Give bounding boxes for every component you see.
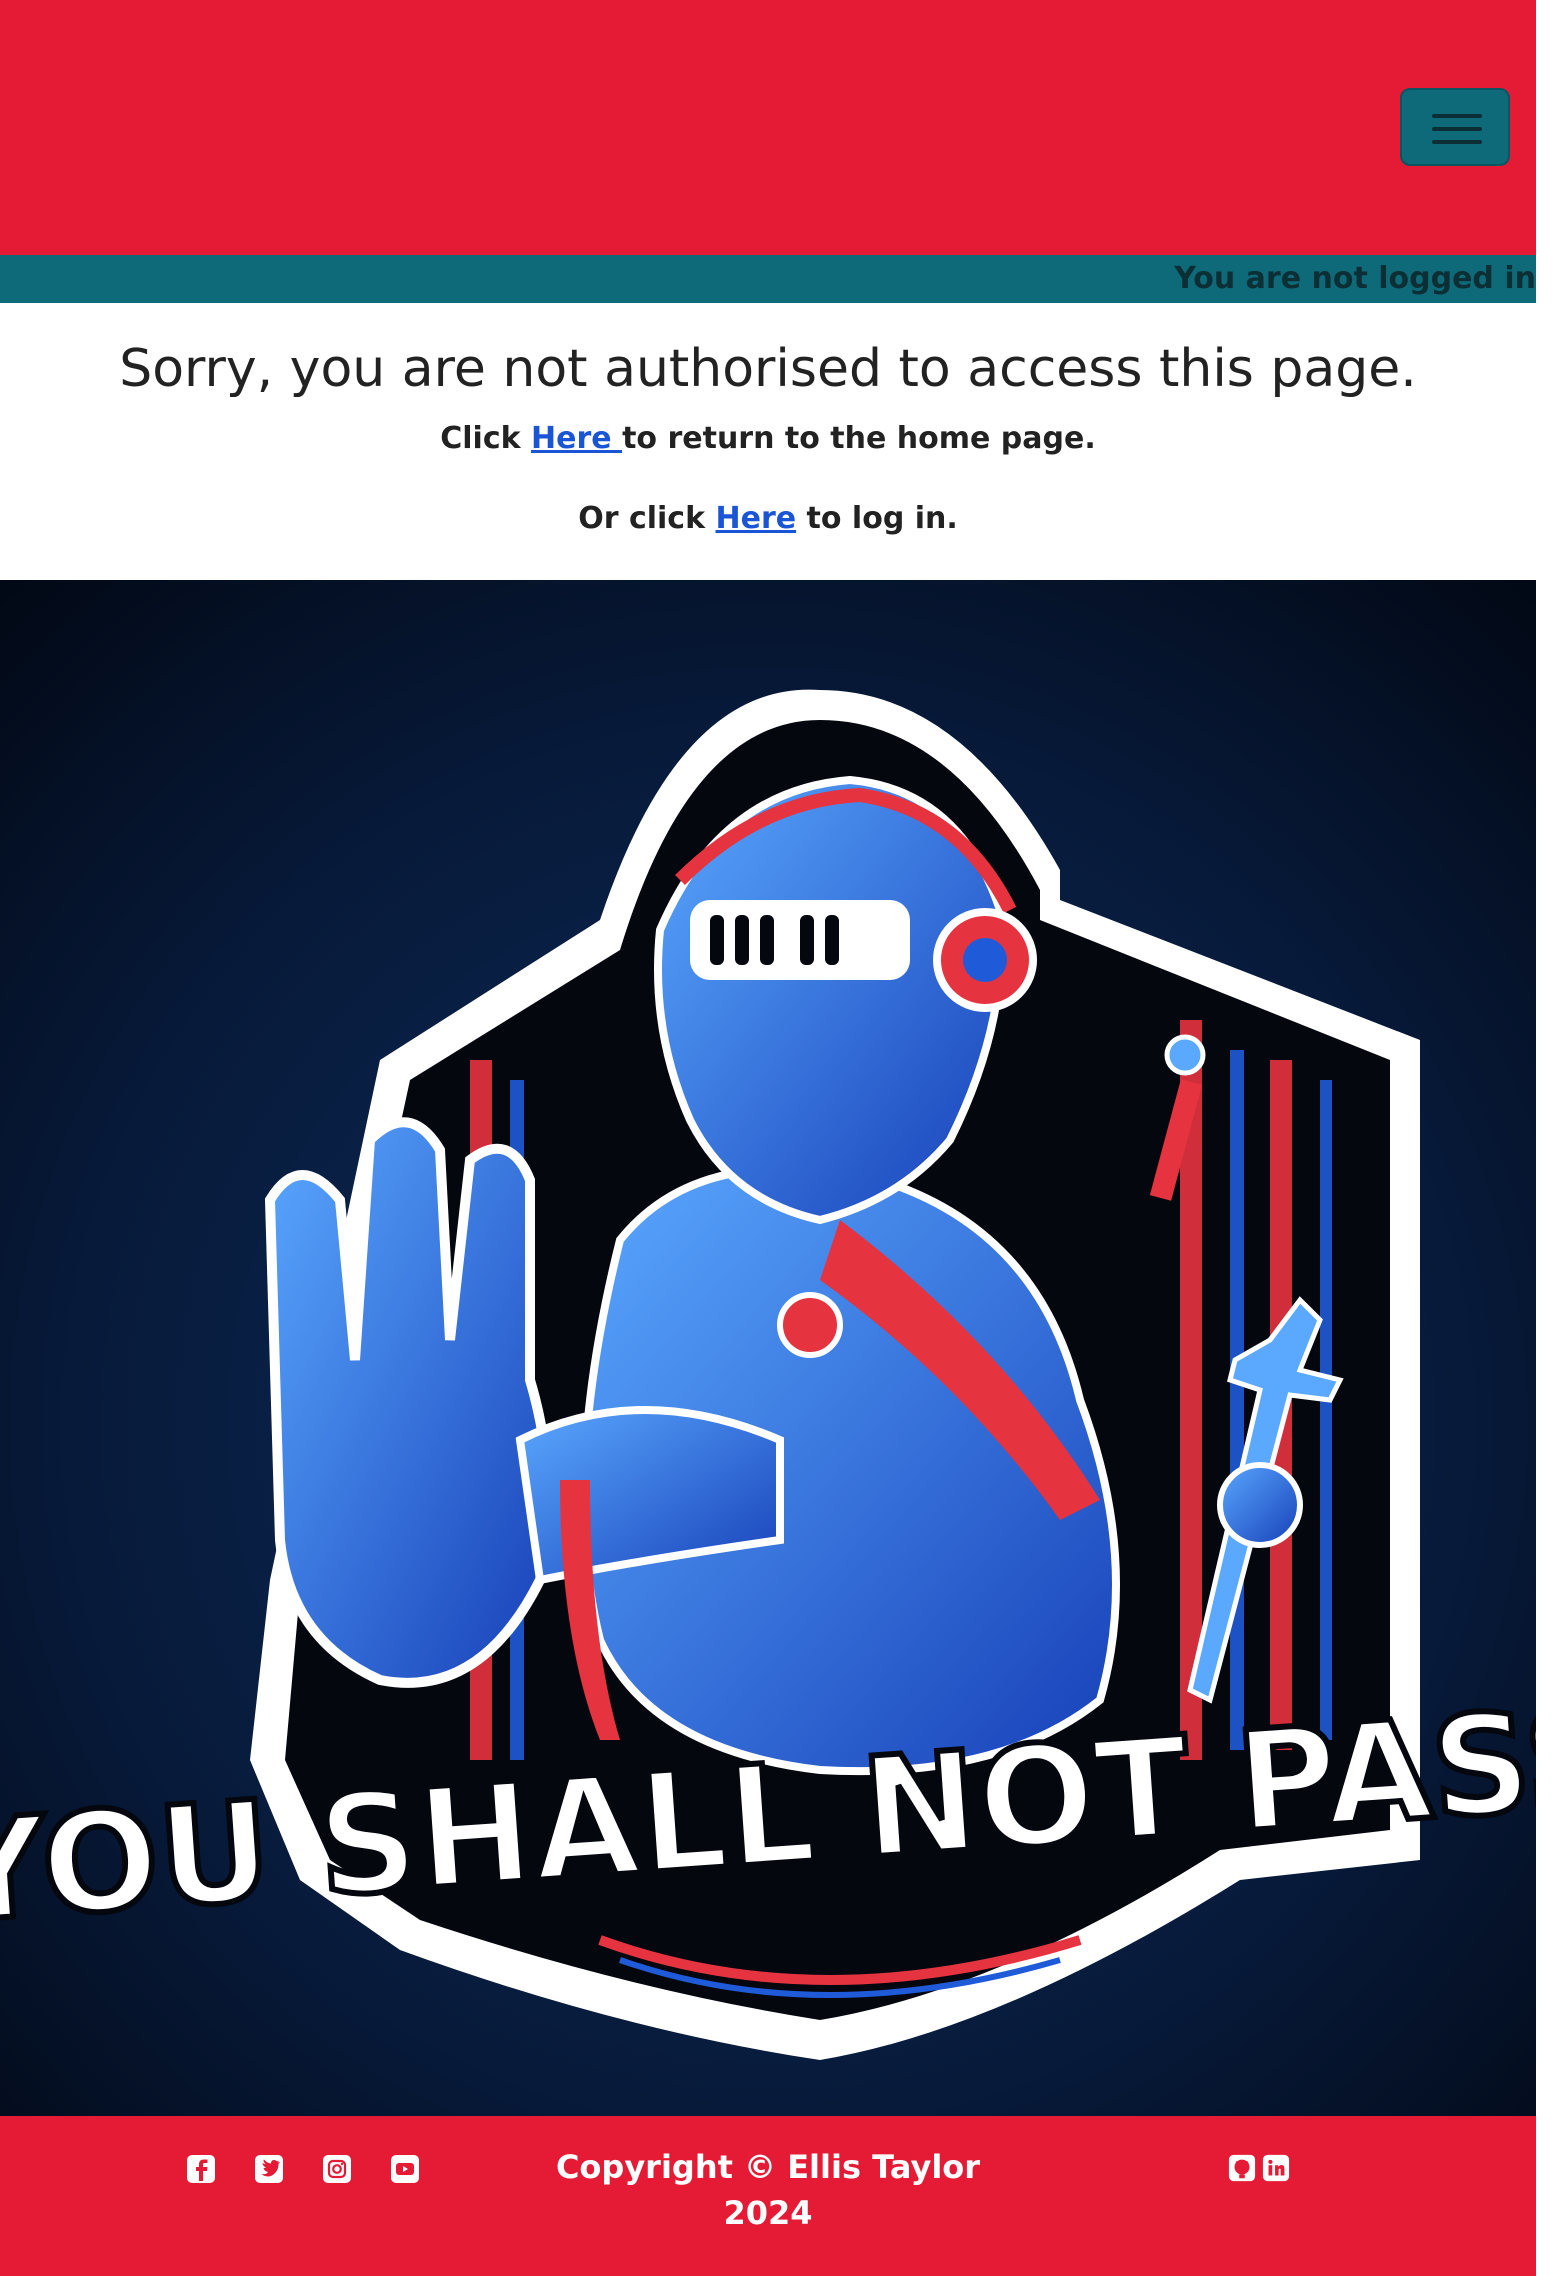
hamburger-icon [1432, 114, 1482, 118]
home-link-line: Click Here to return to the home page. [440, 421, 1096, 456]
github-icon[interactable] [1228, 2154, 1256, 2182]
page-title: Sorry, you are not authorised to access … [119, 339, 1417, 399]
youtube-icon[interactable] [390, 2154, 420, 2184]
copyright-text: Copyright © Ellis Taylor 2024 [555, 2148, 981, 2232]
footer: Copyright © Ellis Taylor 2024 [0, 2116, 1536, 2276]
main-content: Sorry, you are not authorised to access … [0, 303, 1536, 580]
hero-image: YOU SHALL NOT PASS! [0, 580, 1560, 2116]
page: You are not logged in Sorry, you are not… [0, 0, 1560, 2276]
menu-toggle-button[interactable] [1400, 88, 1510, 166]
twitter-icon[interactable] [254, 2154, 284, 2184]
login-link[interactable]: Here [715, 501, 796, 536]
instagram-icon[interactable] [322, 2154, 352, 2184]
login-status-text: You are not logged in [1174, 261, 1536, 296]
login-link-line: Or click Here to log in. [578, 501, 958, 536]
facebook-icon[interactable] [186, 2154, 216, 2184]
social-links [186, 2154, 458, 2188]
home-link[interactable]: Here [531, 421, 622, 456]
login-status-bar: You are not logged in [0, 255, 1536, 303]
top-navbar [0, 0, 1536, 255]
linkedin-icon[interactable] [1262, 2154, 1290, 2182]
developer-links [1228, 2154, 1296, 2186]
